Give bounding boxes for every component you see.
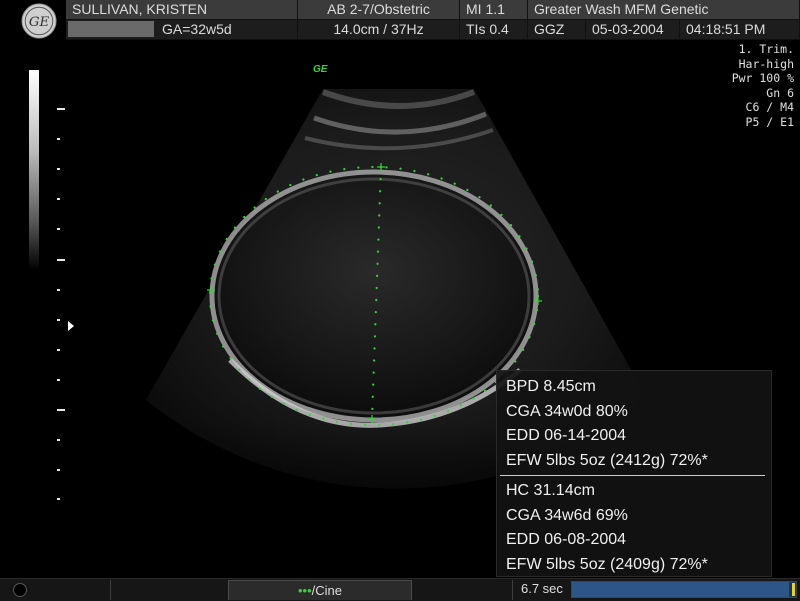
bpd-edd: EDD 06-14-2004 xyxy=(506,427,627,444)
cine-label: /Cine xyxy=(311,583,342,598)
hc-edd: EDD 06-08-2004 xyxy=(506,531,627,548)
cine-tab[interactable]: •••/Cine xyxy=(228,580,412,600)
record-button[interactable] xyxy=(13,583,27,597)
panel-divider xyxy=(500,475,765,476)
cine-position-marker[interactable] xyxy=(792,583,795,596)
cine-progress-fill xyxy=(572,582,790,597)
bpd-cga: CGA 34w0d 80% xyxy=(506,402,628,420)
cine-duration: 6.7 sec xyxy=(521,581,563,596)
toolbar-divider xyxy=(512,580,513,600)
cine-progress-bar[interactable] xyxy=(571,581,797,598)
measurement-panel: BPD 8.45cm CGA 34w0d 80% EDD 06-14-2004 … xyxy=(496,370,772,577)
hc-efw: EFW 5lbs 5oz (2409g) 72%* xyxy=(506,555,708,573)
cine-dots-icon: ••• xyxy=(297,583,312,598)
bpd-efw: EFW 5lbs 5oz (2412g) 72%* xyxy=(506,451,708,469)
bpd-value: BPD 8.45cm xyxy=(506,378,596,395)
toolbar-divider xyxy=(110,580,111,600)
hc-value: HC 31.14cm xyxy=(506,482,595,499)
hc-cga: CGA 34w6d 69% xyxy=(506,506,628,524)
